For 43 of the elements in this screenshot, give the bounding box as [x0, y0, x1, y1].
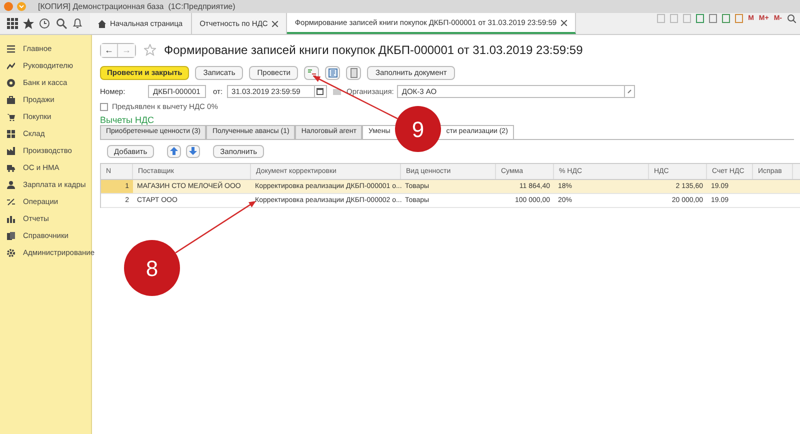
document-icon — [332, 86, 342, 96]
calendar-icon — [314, 86, 326, 97]
report-icon — [348, 68, 359, 78]
settings-icon — [7, 248, 15, 256]
document-title: Формирование записей книги покупок ДКБП-000001 от 31.03.2019 23:59:59 — [164, 42, 583, 59]
menu-icon — [7, 44, 15, 52]
bag-icon — [7, 96, 15, 104]
move-down-button[interactable] — [186, 144, 200, 158]
app-logo-icon — [4, 2, 13, 11]
factory-icon — [7, 146, 15, 154]
star-icon — [23, 18, 34, 29]
checkbox[interactable] — [100, 103, 108, 111]
dt-kt-button[interactable] — [304, 66, 320, 80]
home-icon — [98, 20, 106, 28]
coin-icon — [7, 78, 15, 86]
window-title: [КОПИЯ] Демонстрационная база (1С:Предприятие) — [38, 0, 236, 12]
annotation-marker: 9 — [395, 106, 441, 152]
bell-icon — [72, 18, 84, 29]
structure-button[interactable] — [325, 66, 340, 80]
link-icon — [624, 86, 634, 97]
cart-icon — [7, 112, 15, 120]
books-icon — [7, 232, 15, 240]
bar-chart-icon — [7, 214, 15, 222]
grid-icon — [7, 130, 15, 138]
grid-icon — [6, 18, 18, 29]
report-button[interactable] — [346, 66, 362, 80]
arrow-down-icon — [189, 147, 198, 155]
person-icon — [7, 180, 15, 188]
annotation-marker: 8 — [124, 240, 180, 296]
document-icon — [657, 14, 666, 23]
structure-icon — [328, 68, 338, 78]
trend-icon — [7, 62, 15, 70]
section-title: Вычеты НДС — [100, 114, 156, 126]
percent-icon — [7, 198, 15, 206]
truck-icon — [7, 164, 15, 172]
search-icon — [56, 18, 67, 29]
back-button[interactable]: ← — [101, 44, 118, 56]
arrow-up-icon — [170, 147, 178, 155]
dropdown-icon — [17, 2, 26, 11]
move-up-button[interactable] — [167, 144, 182, 158]
history-icon — [39, 18, 50, 29]
zoom-icon — [787, 14, 796, 23]
star-icon — [144, 44, 156, 56]
